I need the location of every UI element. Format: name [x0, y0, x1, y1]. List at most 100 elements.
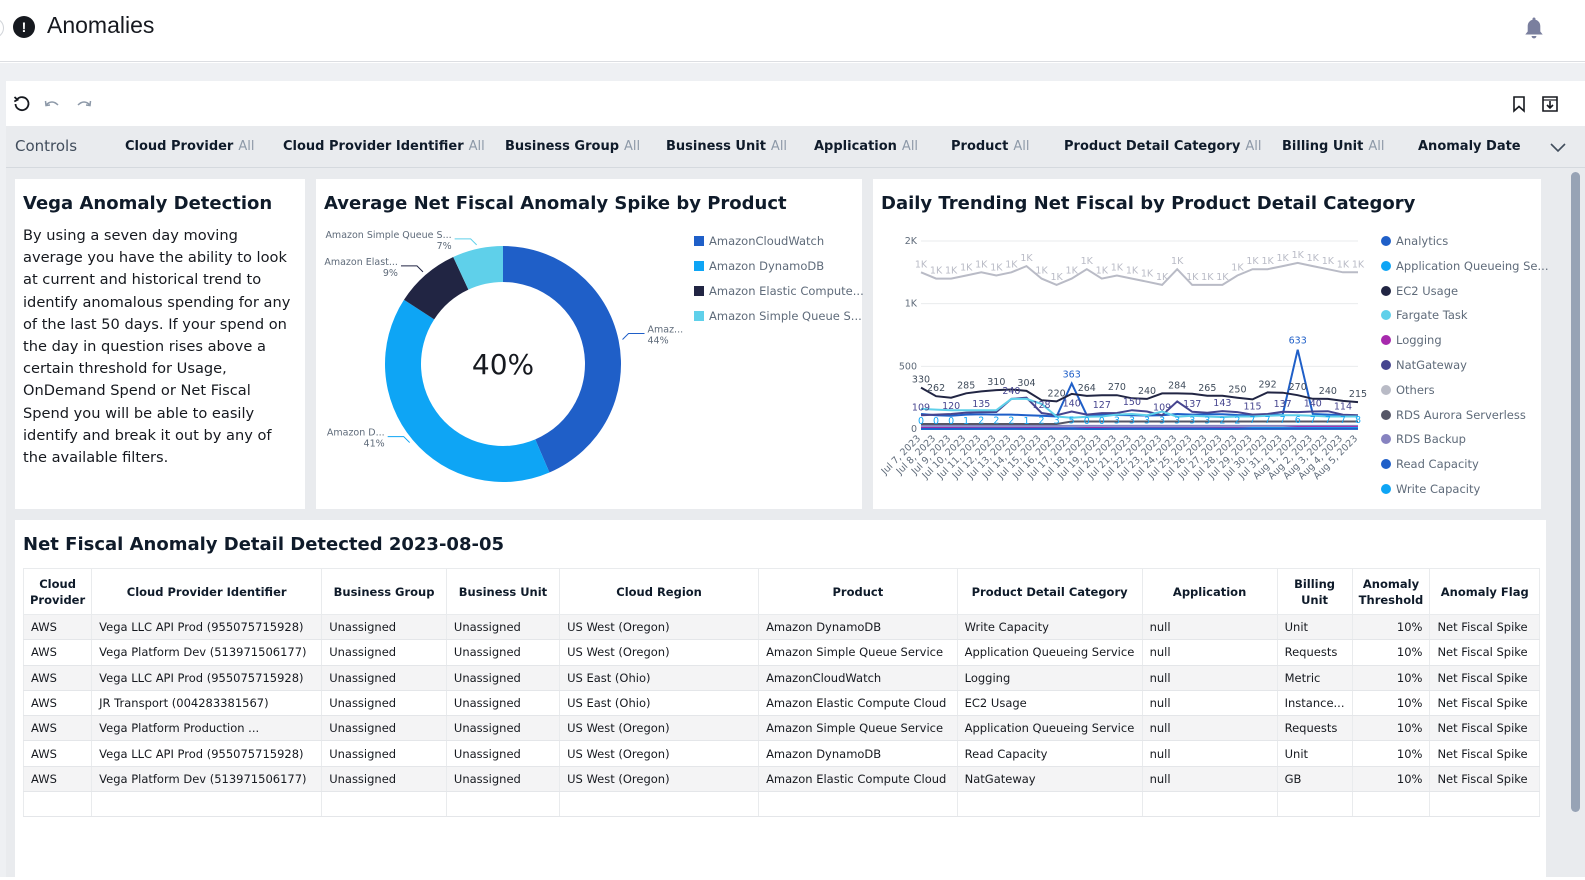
column-header[interactable]: Cloud Provider Identifier: [91, 568, 323, 615]
column-header[interactable]: Business Unit: [445, 568, 561, 615]
table-cell: Unassigned: [445, 740, 561, 767]
legend-label: RDS Backup: [1396, 432, 1466, 447]
data-label: 1K: [1111, 262, 1124, 273]
sidebar-toggle[interactable]: [0, 18, 4, 38]
table-row[interactable]: AWS Vega LLC API Prod (955075715928) Unass…: [23, 665, 1540, 691]
reset-icon[interactable]: [12, 94, 32, 114]
legend-item[interactable]: Amazon DynamoDB: [694, 259, 824, 273]
table-row[interactable]: AWS Vega Platform Dev (513971506177) Unass…: [23, 766, 1540, 793]
redo-icon[interactable]: [74, 94, 94, 114]
vertical-scrollbar[interactable]: [1566, 168, 1585, 877]
table-row[interactable]: AWS Vega LLC API Prod (955075715928) Unass…: [23, 740, 1540, 767]
legend-item[interactable]: Logging: [1381, 333, 1442, 347]
table-cell: Vega LLC API Prod (955075715928): [91, 614, 323, 641]
data-label: 3: [1144, 416, 1150, 427]
dashboard-canvas: Controls Cloud Provider All Cloud Provide…: [0, 63, 1585, 880]
chevron-down-icon[interactable]: [1549, 138, 1567, 156]
data-label: 0: [933, 416, 939, 427]
legend-swatch: [694, 286, 704, 296]
data-label: 1K: [1141, 269, 1154, 280]
filter-cloud-provider-identifier[interactable]: Cloud Provider Identifier All: [283, 139, 485, 154]
column-header[interactable]: Billing Unit: [1276, 568, 1353, 615]
legend-item[interactable]: Analytics: [1381, 234, 1448, 248]
legend-item[interactable]: Amazon Elastic Compute...: [694, 284, 864, 298]
filter-business-group[interactable]: Business Group All: [505, 139, 640, 154]
filter-anomaly-date[interactable]: Anomaly Date: [1418, 139, 1521, 154]
column-header[interactable]: Cloud Region: [559, 568, 760, 615]
detail-table-viewport[interactable]: Cloud Provider Cloud Provider Identifier B…: [23, 568, 1540, 828]
table-cell: 10%: [1351, 740, 1431, 767]
table-row[interactable]: AWS Vega Platform Production ... Unassigne…: [23, 715, 1540, 742]
table-cell: Vega Platform Production ...: [91, 715, 323, 742]
data-label: 1K: [1261, 256, 1274, 267]
data-label: 1K: [1352, 259, 1365, 270]
table-cell: [1429, 791, 1540, 818]
column-header[interactable]: Business Group: [321, 568, 447, 615]
bell-icon[interactable]: [1523, 16, 1545, 40]
legend-item[interactable]: Amazon Simple Queue S...: [694, 309, 862, 323]
legend-item[interactable]: Fargate Task: [1381, 308, 1468, 322]
line-chart: 05001K2KJul 7, 2023Jul 8, 2023Jul 9, 202…: [879, 236, 1367, 482]
column-header[interactable]: Cloud Provider: [23, 568, 93, 615]
column-header[interactable]: Product Detail Category: [956, 568, 1143, 615]
legend-item[interactable]: Application Queueing Se...: [1381, 259, 1548, 273]
table-cell: Unit: [1276, 614, 1353, 641]
table-cell: null: [1141, 740, 1278, 767]
bookmark-icon[interactable]: [1509, 94, 1529, 114]
table-cell: Unassigned: [321, 766, 447, 793]
filter-application[interactable]: Application All: [814, 139, 918, 154]
table-cell: Requests: [1276, 639, 1353, 666]
filter-cloud-provider[interactable]: Cloud Provider All: [125, 139, 254, 154]
table-cell: [758, 791, 958, 818]
table-cell: Unassigned: [321, 665, 447, 691]
series-line[interactable]: [921, 420, 1358, 425]
legend-item[interactable]: EC2 Usage: [1381, 284, 1458, 298]
legend-item[interactable]: Others: [1381, 383, 1435, 397]
table-row[interactable]: AWS Vega LLC API Prod (955075715928) Unass…: [23, 614, 1540, 641]
table-cell: null: [1141, 614, 1278, 641]
table-row-empty: [23, 791, 1540, 818]
table-cell: Unassigned: [445, 665, 561, 691]
table-cell: Unit: [1276, 740, 1353, 767]
legend-swatch: [694, 236, 704, 246]
undo-icon[interactable]: [42, 94, 62, 114]
data-label: 1: [963, 416, 969, 427]
export-icon[interactable]: [1540, 94, 1560, 114]
filter-product[interactable]: Product All: [951, 139, 1029, 154]
filter-billing-unit[interactable]: Billing Unit All: [1282, 139, 1384, 154]
table-cell: [445, 791, 561, 818]
legend-item[interactable]: RDS Aurora Serverless: [1381, 408, 1526, 422]
scrollbar-thumb[interactable]: [1571, 172, 1580, 812]
alert-circle-icon: !: [13, 16, 35, 38]
info-card: Vega Anomaly Detection By using a seven …: [15, 179, 305, 509]
table-cell: AWS: [23, 665, 93, 691]
table-row[interactable]: AWS JR Transport (004283381567) Unassigned…: [23, 690, 1540, 717]
column-header[interactable]: Anomaly Threshold: [1351, 568, 1431, 615]
legend-item[interactable]: RDS Backup: [1381, 432, 1466, 446]
table-cell: Requests: [1276, 715, 1353, 742]
legend-item[interactable]: Write Capacity: [1381, 482, 1480, 496]
legend-item[interactable]: NatGateway: [1381, 358, 1467, 372]
table-cell: 10%: [1351, 639, 1431, 666]
slice-percent: 7%: [437, 241, 452, 252]
column-header[interactable]: Anomaly Flag: [1429, 568, 1540, 615]
data-label: 1K: [915, 259, 928, 270]
data-label: 1K: [1216, 272, 1229, 283]
legend-item[interactable]: AmazonCloudWatch: [694, 234, 824, 248]
filter-product-detail-category[interactable]: Product Detail Category All: [1064, 139, 1262, 154]
data-label: 363: [1063, 370, 1081, 381]
data-label: 0: [918, 416, 924, 427]
slice-percent: 44%: [648, 336, 669, 347]
table-cell: AWS: [23, 690, 93, 717]
table-cell: null: [1141, 639, 1278, 666]
visuals-grid: Vega Anomaly Detection By using a seven …: [6, 168, 1566, 880]
legend-item[interactable]: Read Capacity: [1381, 457, 1479, 471]
donut-slice[interactable]: [385, 299, 550, 482]
filter-business-unit[interactable]: Business Unit All: [666, 139, 787, 154]
data-label: 1K: [1186, 272, 1199, 283]
data-label: 3: [1159, 416, 1165, 427]
slice-leader-line: [387, 436, 411, 443]
table-row[interactable]: AWS Vega Platform Dev (513971506177) Unass…: [23, 639, 1540, 666]
column-header[interactable]: Application: [1141, 568, 1278, 615]
column-header[interactable]: Product: [758, 568, 958, 615]
